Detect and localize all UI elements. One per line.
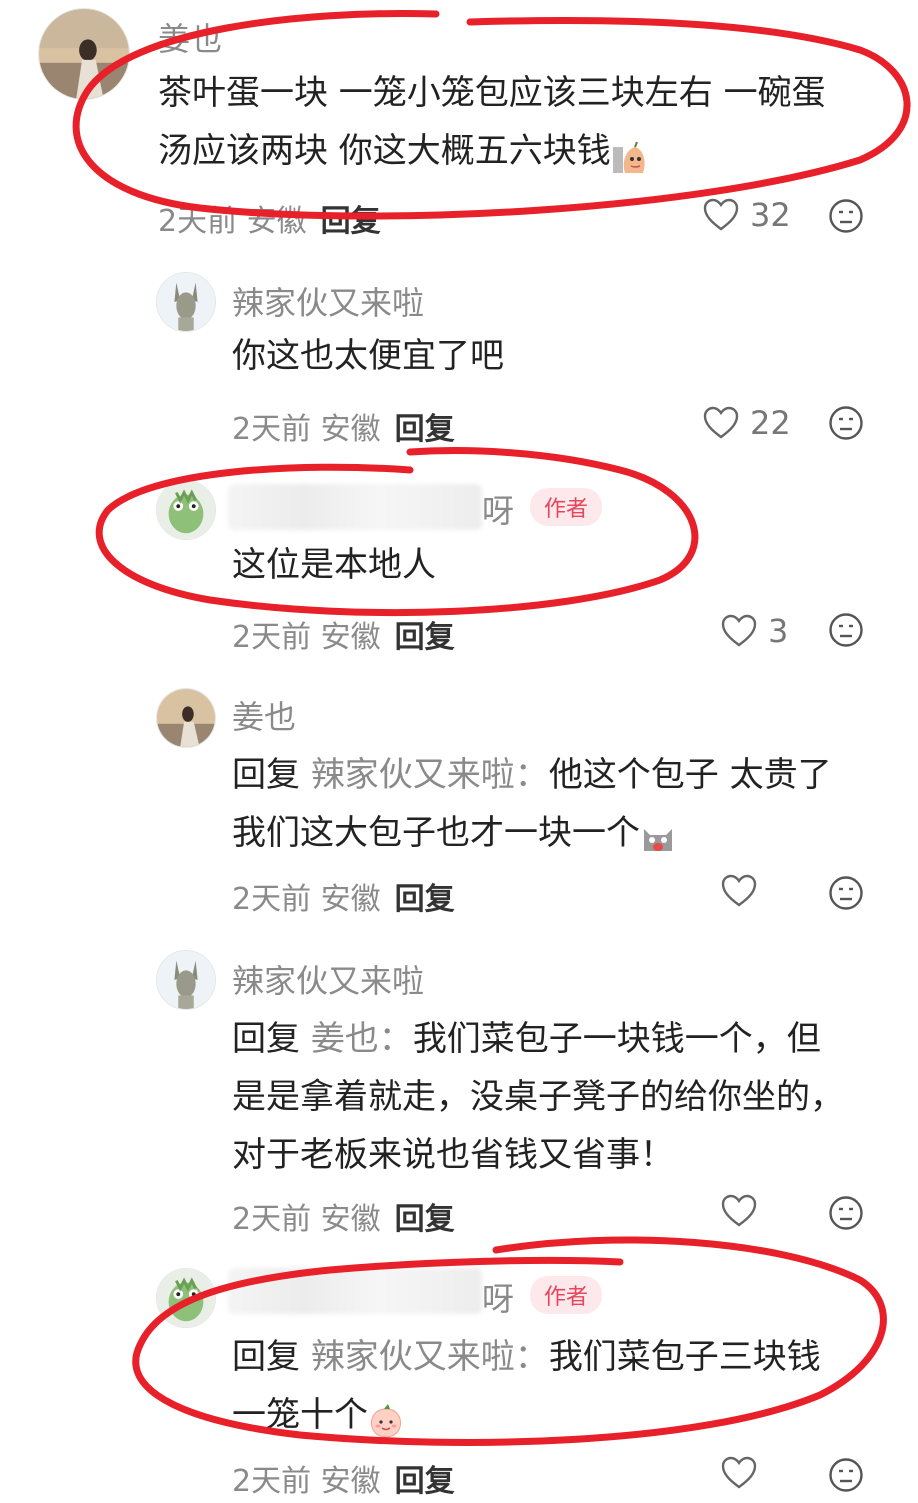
avatar[interactable] xyxy=(38,8,130,100)
username[interactable]: 辣家伙又来啦 xyxy=(232,956,424,1002)
crying-cat-emoji-icon xyxy=(640,817,676,853)
dislike-face-icon[interactable] xyxy=(828,612,864,648)
reply-target[interactable]: 辣家伙又来啦： xyxy=(311,755,549,795)
pear-emoji-icon xyxy=(611,135,647,173)
reply-target[interactable]: 辣家伙又来啦： xyxy=(311,1337,549,1377)
dislike-face-icon[interactable] xyxy=(828,875,864,911)
like-count: 22 xyxy=(750,404,791,442)
like-button[interactable]: 3 xyxy=(720,612,788,650)
comment-body: 这位是本地人 xyxy=(232,545,436,585)
heart-icon xyxy=(703,198,739,231)
avatar[interactable] xyxy=(156,1268,216,1328)
reply-target[interactable]: 姜也： xyxy=(311,1019,413,1059)
heart-icon xyxy=(721,1194,757,1227)
dislike-face-icon[interactable] xyxy=(828,405,864,441)
avatar[interactable] xyxy=(156,950,216,1010)
comment-body: 回复 姜也：我们菜包子一块钱一个，但 是是拿着就走，没桌子凳子的给你坐的， 对于… xyxy=(232,1019,844,1175)
comment-meta: 2天前 安徽 回复 xyxy=(158,204,381,239)
reply-button[interactable]: 回复 xyxy=(395,620,455,655)
username[interactable]: 姜也 xyxy=(158,14,222,60)
comment-meta: 2天前 安徽 回复 xyxy=(232,620,455,655)
like-count: 32 xyxy=(750,196,791,234)
like-button[interactable]: 22 xyxy=(702,404,791,442)
comment-meta: 2天前 安徽 回复 xyxy=(232,1464,455,1499)
blurred-username xyxy=(228,484,482,530)
reply-prefix: 回复 xyxy=(232,1337,300,1377)
peach-emoji-icon xyxy=(368,1399,404,1438)
reply-button[interactable]: 回复 xyxy=(321,204,381,239)
comment-body: 茶叶蛋一块 一笼小笼包应该三块左右 一碗蛋 汤应该两块 你这大概五六块钱 xyxy=(158,73,826,173)
author-badge: 作者 xyxy=(530,488,603,526)
like-button[interactable] xyxy=(720,874,768,908)
blurred-username xyxy=(228,1268,482,1314)
reply-button[interactable]: 回复 xyxy=(395,882,455,917)
comment-body: 你这也太便宜了吧 xyxy=(232,336,504,376)
comment-body: 回复 辣家伙又来啦：他这个包子 太贵了 我们这大包子也才一块一个 xyxy=(232,755,832,853)
like-button[interactable] xyxy=(720,1194,768,1228)
heart-icon xyxy=(721,1456,757,1489)
reply-button[interactable]: 回复 xyxy=(395,412,455,447)
comment-body: 回复 辣家伙又来啦：我们菜包子三块钱 一笼十个 xyxy=(232,1337,821,1438)
username-suffix[interactable]: 呀 xyxy=(482,486,514,532)
avatar[interactable] xyxy=(156,480,216,540)
author-badge: 作者 xyxy=(530,1276,603,1314)
reply-button[interactable]: 回复 xyxy=(395,1202,455,1237)
reply-prefix: 回复 xyxy=(232,755,300,795)
reply-prefix: 回复 xyxy=(232,1019,300,1059)
reply-button[interactable]: 回复 xyxy=(395,1464,455,1499)
comment-meta: 2天前 安徽 回复 xyxy=(232,412,455,447)
dislike-face-icon[interactable] xyxy=(828,198,864,234)
like-button[interactable]: 32 xyxy=(702,196,791,234)
heart-icon xyxy=(721,874,757,907)
username[interactable]: 辣家伙又来啦 xyxy=(232,278,424,324)
username-suffix[interactable]: 呀 xyxy=(482,1274,514,1320)
comment-meta: 2天前 安徽 回复 xyxy=(232,882,455,917)
avatar[interactable] xyxy=(156,272,216,332)
like-button[interactable] xyxy=(720,1456,768,1490)
dislike-face-icon[interactable] xyxy=(828,1195,864,1231)
heart-icon xyxy=(721,614,757,647)
dislike-face-icon[interactable] xyxy=(828,1457,864,1493)
comment-meta: 2天前 安徽 回复 xyxy=(232,1202,455,1237)
heart-icon xyxy=(703,406,739,439)
username[interactable]: 姜也 xyxy=(232,692,296,738)
avatar[interactable] xyxy=(156,688,216,748)
like-count: 3 xyxy=(768,612,789,650)
